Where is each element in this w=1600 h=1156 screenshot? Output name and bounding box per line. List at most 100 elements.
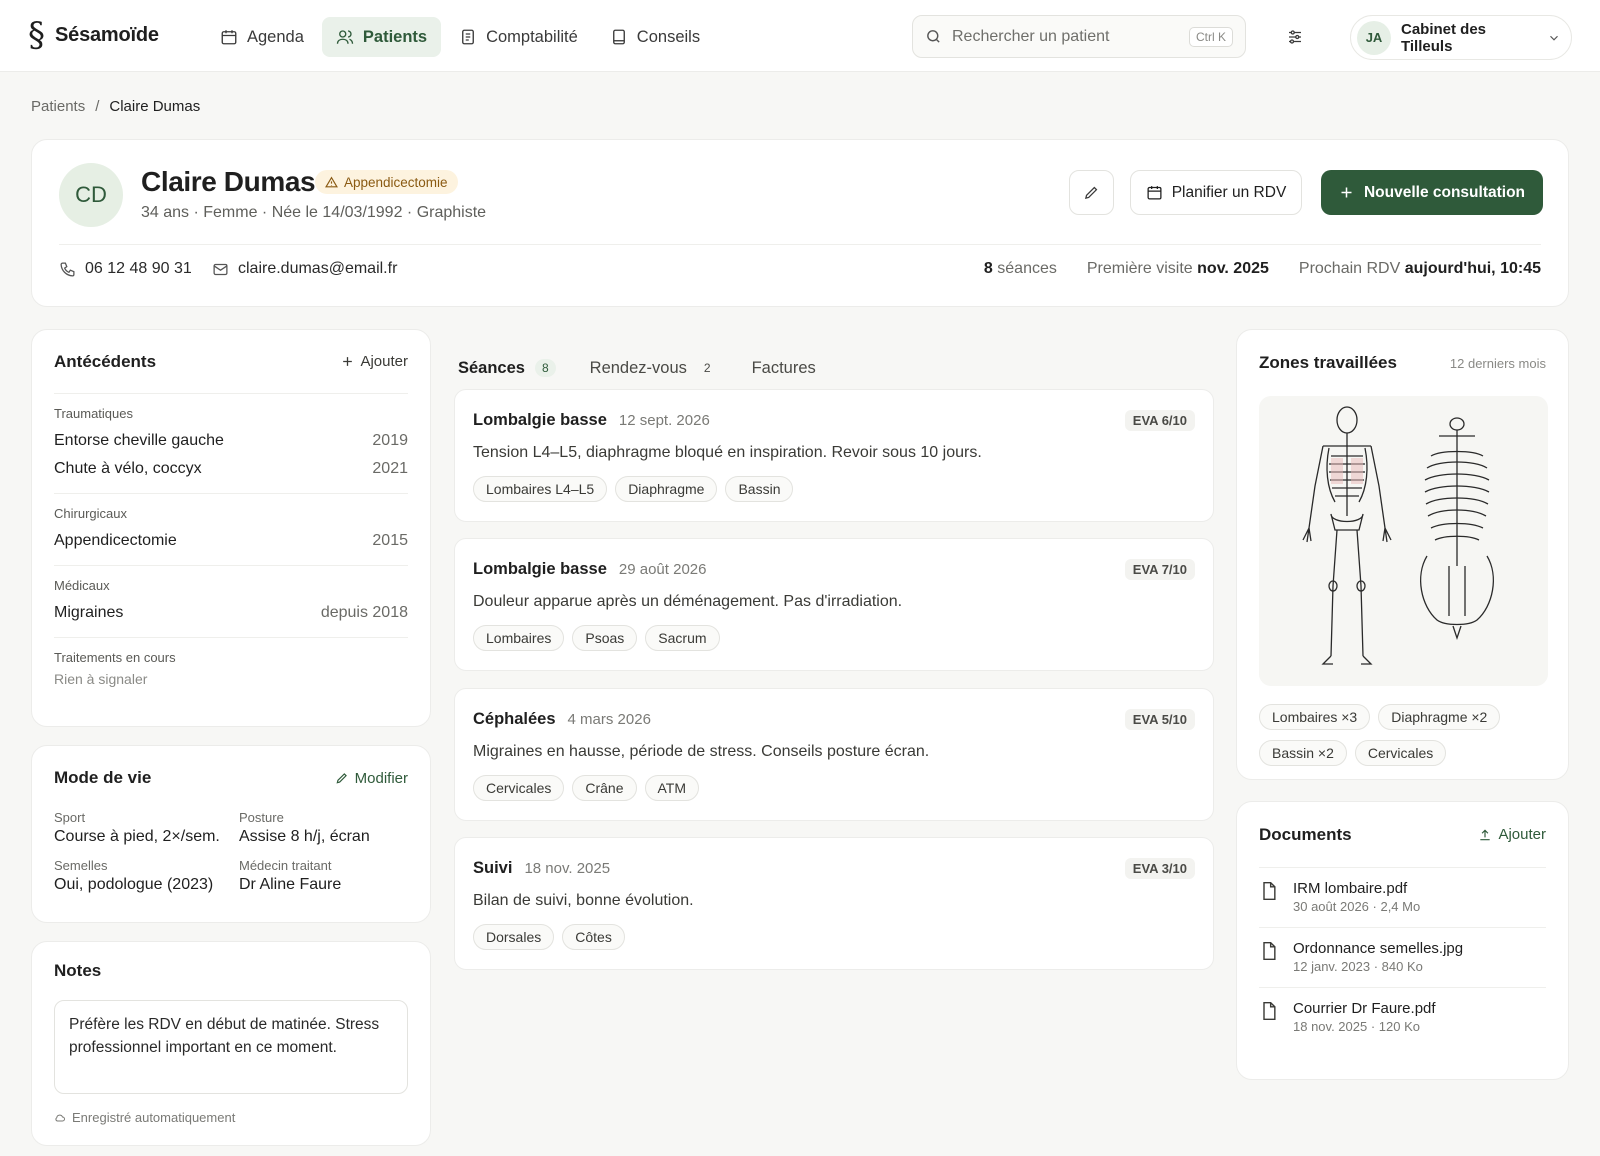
notes-textarea[interactable]: Préfère les RDV en début de matinée. Str…: [54, 1000, 408, 1094]
antecedent-label: Chute à vélo, coccyx: [54, 460, 202, 477]
notes-header: Notes: [54, 942, 408, 1000]
session-tag: Sacrum: [645, 625, 720, 651]
nav-conseils[interactable]: Conseils: [596, 17, 714, 57]
session-eva-badge: EVA 5/10: [1124, 709, 1195, 730]
search-shortcut: Ctrl K: [1189, 26, 1233, 47]
search-input[interactable]: [952, 27, 1179, 46]
session-header: Suivi 18 nov. 2025 EVA 3/10: [473, 858, 1195, 879]
add-antecedent-button[interactable]: Ajouter: [341, 353, 408, 370]
new-consultation-button[interactable]: Nouvelle consultation: [1321, 170, 1543, 215]
add-document-label: Ajouter: [1498, 826, 1546, 843]
session-eva-badge: EVA 6/10: [1124, 410, 1195, 431]
session-tag: Côtes: [562, 924, 625, 950]
session-card[interactable]: Céphalées 4 mars 2026 EVA 5/10 Migraines…: [454, 688, 1214, 821]
lifestyle-header: Mode de vie Modifier: [54, 746, 408, 810]
antecedent-item: Chute à vélo, coccyx 2021: [54, 455, 408, 483]
session-header: Lombalgie basse 29 août 2026 EVA 7/10: [473, 559, 1195, 580]
breadcrumb-separator: /: [95, 98, 100, 115]
nav-conseils-label: Conseils: [636, 27, 701, 46]
chevron-down-icon: [1550, 35, 1558, 41]
account-name: Cabinet des Tilleuls: [1401, 20, 1487, 55]
breadcrumb-root[interactable]: Patients: [31, 98, 85, 115]
session-header: Lombalgie basse 12 sept. 2026 EVA 6/10: [473, 410, 1195, 431]
patient-phone[interactable]: 06 12 48 90 31: [59, 260, 192, 278]
account-switcher[interactable]: JA Cabinet des Tilleuls: [1350, 15, 1572, 60]
autosave-status: Enregistré automatiquement: [54, 1110, 408, 1125]
session-date: 29 août 2026: [618, 561, 707, 578]
document-item[interactable]: IRM lombaire.pdf 30 août 2026 · 2,4 Mo: [1259, 868, 1546, 928]
nav-comptabilite[interactable]: Comptabilité: [445, 17, 592, 57]
nav-patients[interactable]: Patients: [321, 17, 442, 57]
document-name: Ordonnance semelles.jpg: [1293, 940, 1464, 957]
document-info: Ordonnance semelles.jpg 12 janv. 2023 · …: [1293, 940, 1463, 974]
session-title: Suivi: [473, 859, 513, 877]
document-info: Courrier Dr Faure.pdf 18 nov. 2025 · 120…: [1293, 1000, 1436, 1034]
sliders-icon: [1289, 30, 1301, 44]
edit-patient-button[interactable]: [1069, 170, 1114, 215]
calendar-icon: [221, 30, 237, 45]
file-icon: [1263, 1001, 1276, 1021]
sessions-label: séances: [997, 260, 1057, 277]
zones-title: Zones travaillées: [1259, 353, 1397, 372]
settings-button[interactable]: [1280, 22, 1310, 52]
sessions-stat: 8 séances: [984, 260, 1057, 278]
upload-icon: [1480, 829, 1491, 840]
antecedents-header: Antécédents Ajouter: [54, 330, 408, 394]
add-document-button[interactable]: Ajouter: [1478, 826, 1546, 843]
app-name: Sésamoïde: [55, 23, 159, 46]
mail-icon: [213, 263, 228, 275]
patient-name: Claire Dumas: [141, 166, 316, 197]
next-rdv-stat: Prochain RDV aujourd'hui, 10:45: [1299, 260, 1541, 278]
app-logo[interactable]: § Sésamoïde: [28, 18, 159, 52]
antecedent-label: Migraines: [54, 604, 124, 621]
nav-patients-label: Patients: [362, 27, 428, 46]
session-text: Douleur apparue après un déménagement. P…: [473, 593, 903, 610]
nav-agenda[interactable]: Agenda: [206, 17, 318, 57]
autosave-label: Enregistré automatiquement: [72, 1110, 236, 1125]
antecedent-year: 2015: [372, 532, 408, 549]
warning-icon: [325, 175, 338, 187]
main-nav: Agenda Patients Comptabilité Conseils: [206, 17, 714, 57]
edit-lifestyle-button[interactable]: Modifier: [335, 770, 408, 787]
patient-email[interactable]: claire.dumas@email.fr: [212, 260, 397, 278]
document-item[interactable]: Courrier Dr Faure.pdf 18 nov. 2025 · 120…: [1259, 988, 1546, 1047]
session-eva-badge: EVA 3/10: [1124, 858, 1195, 879]
lifestyle-field-label: Médecin traitant: [239, 858, 332, 873]
plus-icon: [343, 357, 353, 366]
patient-search: Ctrl K: [912, 15, 1246, 58]
antecedent-item: Appendicectomie 2015: [54, 527, 408, 555]
file-icon: [1263, 941, 1276, 961]
lifestyle-field-value: Course à pied, 2×/sem.: [54, 828, 220, 845]
lifestyle-fields: Sport Course à pied, 2×/sem. Posture Assis…: [54, 810, 408, 894]
account-avatar: JA: [1357, 20, 1391, 55]
antecedent-group: Traumatiques Entorse cheville gauche 2019…: [54, 394, 408, 494]
plan-rdv-button[interactable]: Planifier un RDV: [1130, 170, 1302, 215]
antecedent-category: Médicaux: [54, 578, 110, 593]
session-card[interactable]: Suivi 18 nov. 2025 EVA 3/10 Bilan de sui…: [454, 837, 1214, 970]
lifestyle-field-label: Sport: [54, 810, 86, 825]
document-item[interactable]: Ordonnance semelles.jpg 12 janv. 2023 · …: [1259, 928, 1546, 988]
lifestyle-field-label: Posture: [239, 810, 284, 825]
edit-lifestyle-label: Modifier: [354, 769, 408, 787]
session-card[interactable]: Lombalgie basse 29 août 2026 EVA 7/10 Do…: [454, 538, 1214, 671]
session-tag: Bassin: [725, 476, 794, 502]
session-date: 12 sept. 2026: [618, 412, 710, 429]
phone-icon: [60, 261, 75, 277]
zone-tag: Bassin ×2: [1259, 740, 1347, 766]
session-date: 18 nov. 2025: [524, 860, 611, 877]
zones-header: Zones travaillées 12 derniers mois: [1259, 330, 1546, 396]
documents-card: Documents Ajouter IRM lombaire.pdf 30 ao…: [1236, 801, 1569, 1080]
antecedent-year: 2021: [372, 460, 408, 477]
tab-rendez-vous-count: 2: [703, 361, 711, 375]
zones-card: Zones travaillées 12 derniers mois Lomba…: [1236, 329, 1569, 780]
session-card[interactable]: Lombalgie basse 12 sept. 2026 EVA 6/10 T…: [454, 389, 1214, 522]
add-antecedent-label: Ajouter: [360, 353, 408, 370]
session-tag: Dorsales: [473, 924, 555, 950]
antecedent-group: Chirurgicaux Appendicectomie 2015: [54, 494, 408, 566]
antecedent-label: Entorse cheville gauche: [54, 432, 224, 449]
session-tags: Lombaires Psoas Sacrum: [473, 625, 1195, 651]
antecedents-title: Antécédents: [54, 351, 157, 371]
session-eva-badge: EVA 7/10: [1124, 559, 1195, 580]
antecedent-label: Appendicectomie: [54, 532, 177, 549]
antecedent-category: Traumatiques: [54, 406, 133, 421]
